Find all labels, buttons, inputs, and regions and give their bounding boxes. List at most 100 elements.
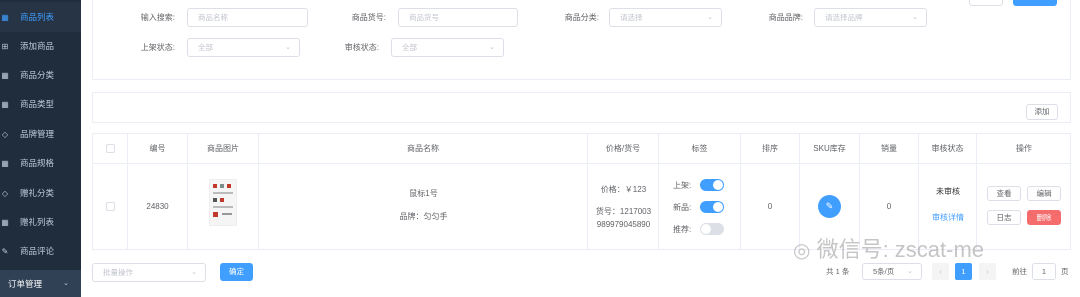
recommend-switch[interactable] [700,223,724,235]
header-name: 商品名称 [259,134,588,164]
row-price-cell: 价格：￥123 货号：1217003 989979045890 [588,164,659,250]
chevron-down-icon: ⌄ [63,280,69,287]
log-button[interactable]: 日志 [987,210,1021,225]
new-tag-label: 新品: [673,203,692,212]
sidebar-group-label: 订单管理 [8,278,43,289]
select-all-checkbox[interactable] [106,144,115,153]
grid-icon: ▦ [1,99,9,109]
sidebar-item-product-list[interactable]: ▦ 商品列表 [0,2,81,32]
sidebar-item-product-type[interactable]: ▦ 商品类型 [0,89,81,119]
sidebar-item-label: 商品评论 [20,246,55,256]
product-name: 鼠标1号 [409,189,438,198]
sidebar-item-add-product[interactable]: ⊞ 添加商品 [0,31,81,61]
header-sales: 销量 [860,134,919,164]
header-select [93,134,128,164]
product-sn-line2: 989979045890 [596,220,651,229]
product-price: 价格：￥123 [600,185,647,194]
publish-tag-label: 上架: [673,181,692,190]
plus-square-icon: ⊞ [1,41,9,51]
verify-status: 未审核 [936,187,960,196]
delete-button[interactable]: 删除 [1027,210,1061,225]
sku-edit-button[interactable]: ✎ [818,195,841,218]
search-button[interactable] [1013,0,1057,6]
chevron-down-icon: ⌄ [907,268,913,275]
sidebar-item-label: 赠礼列表 [20,217,55,227]
edit-icon: ✎ [1,246,9,256]
product-brand: 品牌：匀匀手 [399,212,448,221]
wechat-watermark: ◎ 微信号: zscat-me [793,237,985,262]
new-switch[interactable] [700,201,724,213]
sidebar-item-product-category[interactable]: ▦ 商品分类 [0,60,81,90]
row-sort: 0 [741,164,800,250]
header-tags: 标签 [659,134,741,164]
sn-label: 商品货号: [351,13,386,22]
toolbar-card [92,92,1071,123]
keyword-input[interactable]: 商品名称 [187,8,308,27]
category-select[interactable]: 请选择 ⌄ [609,8,722,27]
product-thumbnail [209,179,237,226]
verify-detail-link[interactable]: 审核详情 [919,212,977,223]
product-sn-line1: 货号：1217003 [595,207,652,216]
chevron-right-icon: › [986,267,989,276]
sidebar-item-gift-category[interactable]: ◇ 赠礼分类 [0,178,81,208]
publish-switch[interactable] [700,179,724,191]
confirm-button[interactable]: 确定 [220,263,253,281]
header-sort: 排序 [741,134,800,164]
sidebar-item-label: 赠礼分类 [20,188,55,198]
sn-input[interactable]: 商品货号 [398,8,518,27]
sidebar-item-label: 商品规格 [20,158,55,168]
reset-button[interactable] [969,0,1003,6]
recommend-tag-label: 推荐: [673,225,692,234]
tag-icon: ◇ [1,188,9,198]
sidebar: ▦ 商品列表 ⊞ 添加商品 ▦ 商品分类 ▦ 商品类型 ◇ 品牌管理 ▦ 商品规… [0,0,81,297]
sidebar-item-label: 商品分类 [20,70,55,80]
row-id: 24830 [128,164,188,250]
chevron-down-icon: ⌄ [707,14,713,21]
grid-icon: ▦ [1,217,9,227]
publish-status-select[interactable]: 全部 ⌄ [187,38,300,57]
grid-icon: ▦ [1,12,9,22]
header-ops: 操作 [977,134,1071,164]
brand-select[interactable]: 请选择品牌 ⌄ [814,8,927,27]
header-id: 编号 [128,134,188,164]
tag-icon: ◇ [1,129,9,139]
row-select-cell [93,164,128,250]
header-sku: SKU库存 [800,134,860,164]
sidebar-item-label: 商品列表 [20,12,55,22]
verify-status-label: 审核状态: [344,43,379,52]
chevron-down-icon: ⌄ [191,269,197,276]
batch-operation-select[interactable]: 批量操作 ⌄ [92,263,206,282]
verify-status-select[interactable]: 全部 ⌄ [391,38,504,57]
brand-label: 商品品牌: [768,13,803,22]
grid-icon: ▦ [1,70,9,80]
publish-status-label: 上架状态: [140,43,175,52]
keyword-label: 输入搜索: [140,13,175,22]
row-checkbox[interactable] [106,202,115,211]
edit-button[interactable]: 编辑 [1027,186,1061,201]
row-tags-cell: 上架: 新品: 推荐: [659,164,741,250]
add-button[interactable]: 添加 [1026,104,1058,120]
chevron-down-icon: ⌄ [285,44,291,51]
sidebar-item-gift-list[interactable]: ▦ 赠礼列表 [0,207,81,237]
view-button[interactable]: 查看 [987,186,1021,201]
chevron-left-icon: ‹ [939,267,942,276]
header-verify: 审核状态 [919,134,977,164]
row-image-cell [188,164,259,250]
sidebar-group-orders[interactable]: 订单管理 ⌄ [0,270,81,297]
row-name-cell: 鼠标1号 品牌：匀匀手 [259,164,588,250]
pencil-icon: ✎ [825,201,834,211]
chevron-down-icon: ⌄ [489,44,495,51]
header-image: 商品图片 [188,134,259,164]
sidebar-item-label: 商品类型 [20,99,55,109]
page-suffix: 页 [1061,267,1069,276]
grid-icon: ▦ [1,158,9,168]
sidebar-item-spec[interactable]: ▦ 商品规格 [0,148,81,178]
sidebar-item-label: 品牌管理 [20,129,55,139]
category-label: 商品分类: [564,13,599,22]
sidebar-item-comment[interactable]: ✎ 商品评论 [0,236,81,266]
wechat-icon: ◎ [793,240,811,262]
chevron-down-icon: ⌄ [912,14,918,21]
header-price: 价格/货号 [588,134,659,164]
sidebar-item-brand[interactable]: ◇ 品牌管理 [0,119,81,149]
sidebar-item-label: 添加商品 [20,41,55,51]
